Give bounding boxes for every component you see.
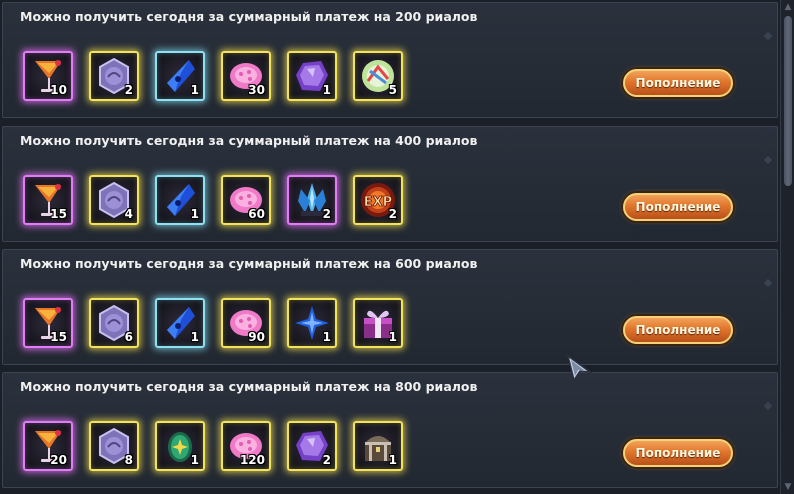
scroll-up-icon[interactable]: ▲: [783, 2, 793, 12]
topup-button[interactable]: Пополнение: [623, 69, 733, 97]
reward-row-600: Можно получить сегодня за суммарный плат…: [2, 249, 778, 365]
item-quantity: 2: [322, 453, 331, 467]
reward-row-title: Можно получить сегодня за суммарный плат…: [20, 379, 478, 394]
reward-item-cocktail[interactable]: 15: [23, 298, 73, 348]
reward-row-400: Можно получить сегодня за суммарный плат…: [2, 126, 778, 242]
reward-item-pink-gem[interactable]: 60: [221, 175, 271, 225]
item-quantity: 4: [124, 207, 133, 221]
reward-item-exp-orb[interactable]: EXP 2: [353, 175, 403, 225]
item-quantity: 1: [388, 453, 397, 467]
reward-list: Можно получить сегодня за суммарный плат…: [0, 0, 780, 494]
scroll-down-icon[interactable]: ▼: [783, 482, 793, 492]
reward-row-200: Можно получить сегодня за суммарный плат…: [2, 2, 778, 118]
reward-item-treasure-chest[interactable]: 1: [353, 421, 403, 471]
item-quantity: 1: [190, 330, 199, 344]
item-quantity: 1: [322, 330, 331, 344]
scrollbar-thumb[interactable]: [784, 16, 792, 186]
reward-item-purple-stone[interactable]: 1: [287, 51, 337, 101]
item-quantity: 90: [248, 330, 265, 344]
reward-item-ice-crystal-cluster[interactable]: 2: [287, 175, 337, 225]
reward-item-cocktail[interactable]: 10: [23, 51, 73, 101]
reward-item-pink-gem[interactable]: 90: [221, 298, 271, 348]
item-quantity: 8: [124, 453, 133, 467]
item-quantity: 60: [248, 207, 265, 221]
vertical-scrollbar[interactable]: ▲ ▼: [780, 0, 794, 494]
reward-item-blue-star[interactable]: 1: [287, 298, 337, 348]
item-quantity: 2: [388, 207, 397, 221]
item-quantity: 30: [248, 83, 265, 97]
topup-button[interactable]: Пополнение: [623, 316, 733, 344]
reward-row-800: Можно получить сегодня за суммарный плат…: [2, 372, 778, 488]
reward-row-title: Можно получить сегодня за суммарный плат…: [20, 9, 478, 24]
reward-item-blue-crystal[interactable]: 1: [155, 298, 205, 348]
item-quantity: 6: [124, 330, 133, 344]
topup-button[interactable]: Пополнение: [623, 439, 733, 467]
item-quantity: 2: [322, 207, 331, 221]
reward-item-medallion[interactable]: 4: [89, 175, 139, 225]
item-quantity: 10: [50, 83, 67, 97]
reward-item-blue-crystal[interactable]: 1: [155, 175, 205, 225]
item-quantity: 1: [190, 207, 199, 221]
reward-item-purple-stone[interactable]: 2: [287, 421, 337, 471]
reward-item-pink-gem[interactable]: 30: [221, 51, 271, 101]
reward-item-cocktail[interactable]: 20: [23, 421, 73, 471]
topup-button[interactable]: Пополнение: [623, 193, 733, 221]
reward-item-medallion[interactable]: 6: [89, 298, 139, 348]
reward-row-title: Можно получить сегодня за суммарный плат…: [20, 256, 478, 271]
item-quantity: 120: [239, 453, 265, 467]
item-quantity: 1: [322, 83, 331, 97]
item-quantity: 15: [50, 207, 67, 221]
reward-item-cocktail[interactable]: 15: [23, 175, 73, 225]
reward-row-title: Можно получить сегодня за суммарный плат…: [20, 133, 478, 148]
reward-item-medallion[interactable]: 2: [89, 51, 139, 101]
item-quantity: 1: [388, 330, 397, 344]
item-quantity: 2: [124, 83, 133, 97]
reward-item-blue-crystal[interactable]: 1: [155, 51, 205, 101]
item-quantity: 5: [388, 83, 397, 97]
item-quantity: 15: [50, 330, 67, 344]
reward-item-pink-gem[interactable]: 120: [221, 421, 271, 471]
mouse-cursor-icon: [566, 354, 592, 382]
item-quantity: 20: [50, 453, 67, 467]
reward-item-gift-box[interactable]: 1: [353, 298, 403, 348]
item-quantity: 1: [190, 83, 199, 97]
reward-item-medallion[interactable]: 8: [89, 421, 139, 471]
item-quantity: 1: [190, 453, 199, 467]
reward-item-green-egg[interactable]: 1: [155, 421, 205, 471]
reward-item-green-orb[interactable]: 5: [353, 51, 403, 101]
